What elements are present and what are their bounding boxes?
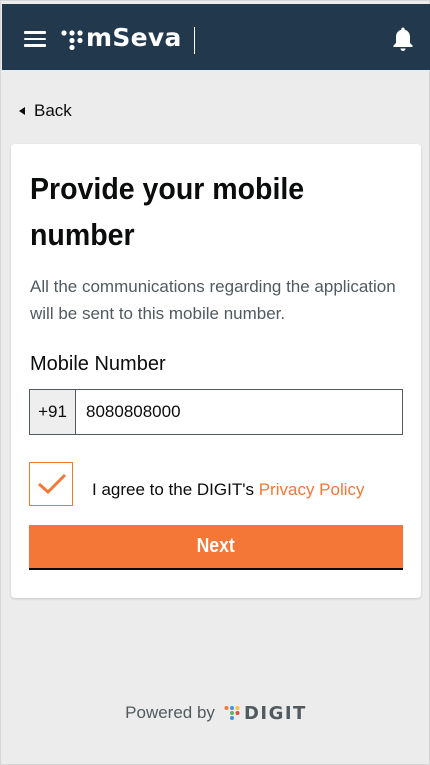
powered-by-text: Powered by bbox=[125, 703, 215, 722]
checkmark-icon bbox=[38, 473, 67, 495]
digit-brand-name: DIGIT bbox=[243, 702, 307, 724]
consent-prefix: I agree to the DIGIT's bbox=[92, 480, 254, 499]
next-button[interactable]: Next bbox=[29, 525, 403, 570]
app-name: mSeva bbox=[86, 23, 182, 52]
mobile-number-card: Provide your mobile number All the commu… bbox=[11, 144, 421, 598]
back-link[interactable]: Back bbox=[17, 100, 72, 122]
hamburger-menu-icon[interactable] bbox=[24, 31, 46, 47]
mobile-number-label: Mobile Number bbox=[30, 353, 166, 375]
header-divider bbox=[194, 27, 195, 54]
mseva-logo-icon bbox=[61, 30, 83, 50]
mobile-number-input[interactable] bbox=[76, 390, 402, 434]
footer: Powered by DIGIT bbox=[1, 699, 430, 727]
bell-icon[interactable] bbox=[392, 26, 414, 52]
page-title: Provide your mobile number bbox=[30, 171, 305, 252]
app-frame: mSeva Back Provide your mobile number Al… bbox=[0, 0, 430, 765]
top-bar: mSeva bbox=[2, 4, 430, 70]
card-description: All the communications regarding the app… bbox=[30, 277, 396, 323]
mobile-number-field: +91 bbox=[29, 389, 403, 435]
next-button-label: Next bbox=[196, 535, 236, 557]
digit-logo-icon bbox=[224, 706, 240, 720]
consent-checkbox[interactable] bbox=[29, 462, 73, 506]
consent-text: I agree to the DIGIT's Privacy Policy bbox=[92, 480, 365, 500]
country-code-prefix: +91 bbox=[30, 390, 76, 434]
privacy-policy-link[interactable]: Privacy Policy bbox=[259, 480, 365, 499]
caret-left-icon bbox=[19, 107, 25, 115]
back-label: Back bbox=[34, 101, 72, 120]
